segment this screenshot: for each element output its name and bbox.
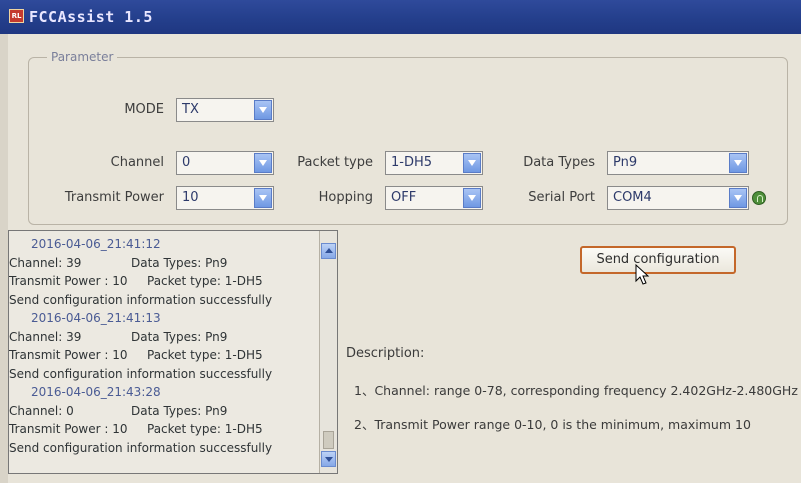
log-lines: 2016-04-06_21:41:12 Channel: 39 Data Types… (9, 235, 317, 457)
hopping-select[interactable]: OFF (385, 186, 483, 210)
chevron-down-icon[interactable] (729, 188, 747, 208)
channel-select[interactable]: 0 (176, 151, 274, 175)
scroll-thumb[interactable] (323, 431, 334, 449)
log-timestamp: 2016-04-06_21:43:28 (9, 383, 317, 402)
log-scrollbar[interactable] (319, 231, 337, 473)
transmit-power-value: 10 (182, 190, 199, 205)
log-text: Send configuration information successfu… (9, 292, 273, 307)
serial-port-select[interactable]: COM4 (607, 186, 749, 210)
log-text: Channel: 39 (9, 329, 82, 344)
channel-label: Channel (110, 155, 164, 170)
chevron-down-icon[interactable] (463, 153, 481, 173)
send-configuration-button[interactable]: Send configuration (580, 246, 736, 274)
log-text: Data Types: Pn9 (131, 403, 228, 418)
log-line: Channel: 39 Data Types: Pn9 (9, 328, 317, 347)
log-text: Channel: 39 (9, 255, 82, 270)
log-text: Packet type: 1-DH5 (147, 348, 263, 362)
log-line: Transmit Power : 10 Packet type: 1-DH5 (9, 346, 317, 365)
mode-value: TX (182, 102, 199, 117)
transmit-power-select[interactable]: 10 (176, 186, 274, 210)
data-types-select[interactable]: Pn9 (607, 151, 749, 175)
window-title: FCCAssist 1.5 (29, 8, 153, 26)
log-text: Send configuration information successfu… (9, 366, 273, 381)
hopping-value: OFF (391, 190, 417, 205)
serial-port-label: Serial Port (528, 190, 595, 205)
chevron-down-icon[interactable] (729, 153, 747, 173)
log-line: Transmit Power : 10 Packet type: 1-DH5 (9, 420, 317, 439)
log-line: Channel: 39 Data Types: Pn9 (9, 254, 317, 273)
log-line: Send configuration information successfu… (9, 291, 317, 310)
log-text: Transmit Power : 10 (9, 422, 128, 436)
description-title: Description: (346, 346, 425, 361)
log-text: Packet type: 1-DH5 (147, 274, 263, 288)
log-text: 2016-04-06_21:41:13 (31, 311, 161, 325)
log-timestamp: 2016-04-06_21:41:12 (9, 235, 317, 254)
log-line: Send configuration information successfu… (9, 439, 317, 458)
app-icon[interactable]: RL (9, 9, 24, 23)
log-output[interactable]: 2016-04-06_21:41:12 Channel: 39 Data Types… (8, 230, 338, 474)
connection-status-icon (752, 191, 766, 205)
mode-label: MODE (124, 102, 164, 117)
chevron-down-icon[interactable] (254, 188, 272, 208)
description-item: 1、Channel: range 0-78, corresponding fre… (354, 383, 798, 398)
parameter-group: Parameter MODE TX Channel 0 Packet type … (28, 50, 788, 225)
mouse-cursor-icon (635, 264, 650, 285)
log-text: Transmit Power : 10 (9, 348, 128, 362)
log-text: Transmit Power : 10 (9, 274, 128, 288)
packet-type-select[interactable]: 1-DH5 (385, 151, 483, 175)
scroll-up-icon[interactable] (321, 243, 336, 259)
packet-type-label: Packet type (297, 155, 373, 170)
serial-port-value: COM4 (613, 190, 652, 205)
log-text: 2016-04-06_21:43:28 (31, 385, 161, 399)
chevron-down-icon[interactable] (463, 188, 481, 208)
hopping-label: Hopping (318, 190, 373, 205)
log-line: Transmit Power : 10 Packet type: 1-DH5 (9, 272, 317, 291)
data-types-value: Pn9 (613, 155, 638, 170)
log-line: Send configuration information successfu… (9, 365, 317, 384)
log-text: Send configuration information successfu… (9, 440, 273, 455)
chevron-down-icon[interactable] (254, 100, 272, 120)
log-line: Channel: 0 Data Types: Pn9 (9, 402, 317, 421)
title-bar[interactable]: RL FCCAssist 1.5 (0, 0, 801, 34)
chevron-down-icon[interactable] (254, 153, 272, 173)
channel-value: 0 (182, 155, 191, 170)
log-text: Packet type: 1-DH5 (147, 422, 263, 436)
data-types-label: Data Types (523, 155, 595, 170)
log-timestamp: 2016-04-06_21:41:13 (9, 309, 317, 328)
scroll-down-icon[interactable] (321, 451, 336, 467)
parameter-legend: Parameter (51, 50, 114, 64)
log-text: Data Types: Pn9 (131, 255, 228, 270)
main-window: Parameter MODE TX Channel 0 Packet type … (8, 34, 801, 483)
transmit-power-label: Transmit Power (64, 190, 164, 205)
mode-select[interactable]: TX (176, 98, 274, 122)
packet-type-value: 1-DH5 (391, 155, 433, 170)
log-text: Data Types: Pn9 (131, 329, 228, 344)
description-item: 2、Transmit Power range 0-10, 0 is the mi… (354, 417, 751, 432)
log-text: 2016-04-06_21:41:12 (31, 237, 161, 251)
log-text: Channel: 0 (9, 403, 74, 418)
